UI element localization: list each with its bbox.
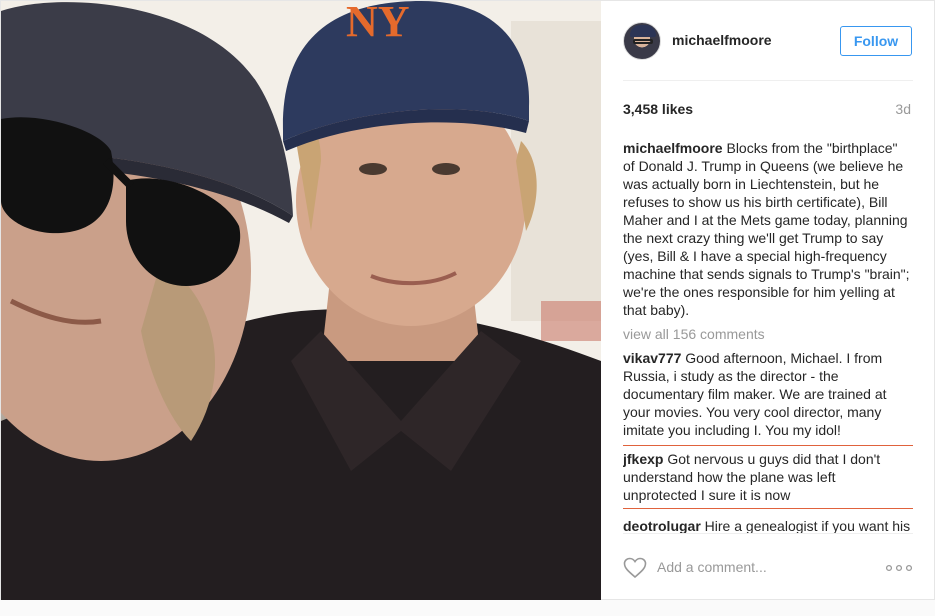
caption: michaelfmoore Blocks from the "birthplac… (623, 139, 913, 319)
avatar-cap-shape (630, 25, 656, 37)
follow-button[interactable]: Follow (840, 26, 912, 56)
comment-item: vikav777 Good afternoon, Michael. I from… (623, 349, 913, 439)
avatar-glasses-shape (633, 39, 653, 44)
comments-list[interactable]: michaelfmoore Blocks from the "birthplac… (623, 139, 913, 533)
post-timestamp[interactable]: 3d (895, 101, 911, 117)
likes-count[interactable]: 3,458 likes (623, 101, 693, 117)
heart-icon[interactable] (623, 557, 647, 579)
header-divider (623, 80, 913, 81)
selfie-illustration: NY (1, 1, 601, 601)
post-sidebar: michaelfmoore Follow 3,458 likes 3d mich… (601, 1, 935, 601)
add-comment-input[interactable] (657, 557, 877, 577)
comment-item-highlighted: jfkexp Got nervous u guys did that I don… (623, 445, 913, 509)
comment-username[interactable]: deotrolugar (623, 518, 701, 533)
instagram-post: NY michaelfmoore Follow 3,458 likes 3d m… (0, 0, 935, 601)
comment-username[interactable]: vikav777 (623, 350, 681, 366)
caption-text: Blocks from the "birthplace" of Donald J… (623, 140, 910, 318)
more-options-icon[interactable] (885, 563, 913, 573)
post-photo[interactable]: NY (1, 1, 601, 601)
view-all-comments-link[interactable]: view all 156 comments (623, 325, 913, 343)
svg-text:NY: NY (346, 1, 410, 46)
comment-username[interactable]: jfkexp (623, 451, 663, 467)
caption-username[interactable]: michaelfmoore (623, 140, 723, 156)
page-bottom-strip (0, 600, 935, 616)
post-header: michaelfmoore Follow (623, 19, 913, 63)
avatar[interactable] (623, 22, 661, 60)
footer-divider (623, 533, 913, 534)
username-link[interactable]: michaelfmoore (672, 32, 772, 48)
comment-item: deotrolugar Hire a genealogist if you wa… (623, 517, 913, 533)
